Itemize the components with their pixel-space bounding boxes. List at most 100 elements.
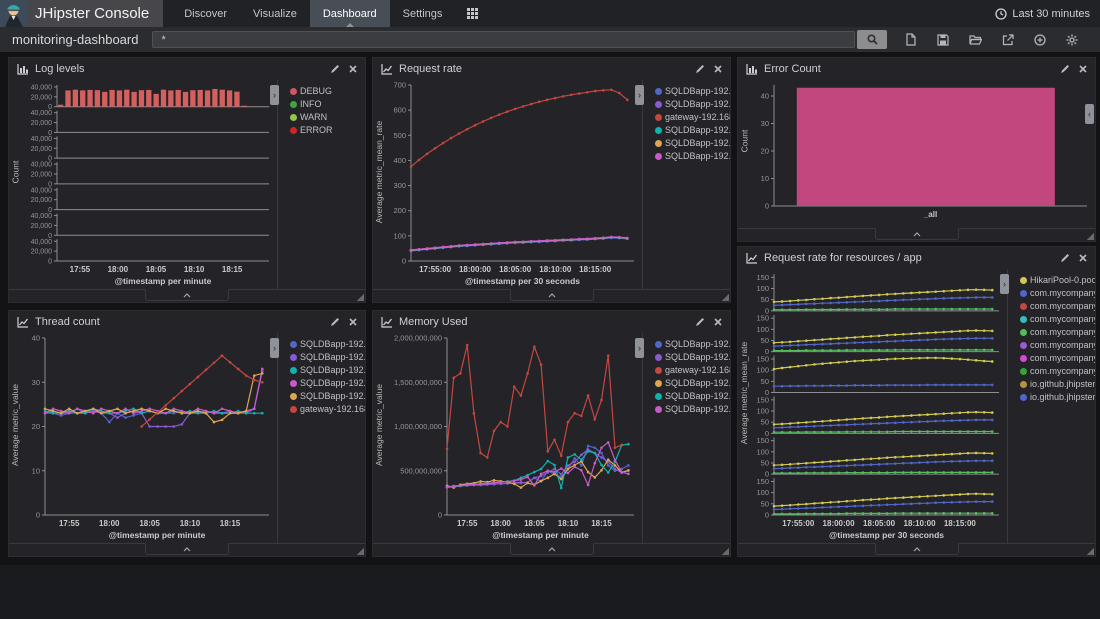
svg-text:18:00: 18:00 — [99, 519, 120, 528]
legend-item[interactable]: com.mycompany.myap... — [1020, 365, 1093, 378]
apps-grid-icon[interactable] — [455, 0, 490, 27]
options-gear-icon[interactable] — [1066, 34, 1078, 46]
legend-item[interactable]: SQLDBapp-192.168.4... — [290, 377, 363, 390]
resize-handle[interactable] — [356, 293, 364, 301]
panel-header[interactable]: Request rate for resources / app — [738, 247, 1095, 269]
share-icon[interactable] — [1002, 34, 1014, 46]
legend-item[interactable]: com.mycompany.myap... — [1020, 300, 1093, 313]
svg-text:10: 10 — [761, 174, 769, 183]
edit-pencil-icon[interactable] — [1060, 253, 1070, 263]
legend-item[interactable]: SQLDBapp-192.168.4... — [290, 351, 363, 364]
panel-header[interactable]: Thread count — [9, 311, 365, 333]
legend-item[interactable]: com.mycompany.myap... — [1020, 287, 1093, 300]
close-icon[interactable] — [714, 318, 722, 326]
legend-item[interactable]: SQLDBapp-192.168.4... — [655, 137, 728, 150]
search-button[interactable] — [857, 30, 887, 49]
panel-collapse-button[interactable] — [510, 543, 594, 555]
svg-text:500,000,000: 500,000,000 — [400, 466, 442, 475]
edit-pencil-icon[interactable] — [330, 317, 340, 327]
legend-item[interactable]: com.mycompany.myap... — [1020, 339, 1093, 352]
nav-item-discover[interactable]: Discover — [171, 0, 240, 27]
legend-item[interactable]: SQLDBapp-192.168.4... — [655, 150, 728, 163]
legend-item[interactable]: io.github.jhipster.web.r... — [1020, 378, 1093, 391]
save-dashboard-icon[interactable] — [937, 34, 949, 46]
legend-item[interactable]: SQLDBapp-192.168.4... — [290, 364, 363, 377]
chevron-up-icon — [913, 232, 921, 237]
query-input[interactable] — [152, 31, 855, 48]
chevron-up-icon — [913, 547, 921, 552]
legend-label: com.mycompany.myap... — [1030, 313, 1095, 326]
svg-text:40,000: 40,000 — [31, 162, 53, 169]
thread-count-chart[interactable]: 01020304017:5518:0018:0518:1018:15@times… — [21, 333, 277, 543]
legend-item[interactable]: HikariPool-0.pool.Wait — [1020, 274, 1093, 287]
time-picker[interactable]: Last 30 minutes — [995, 0, 1100, 27]
legend-item[interactable]: SQLDBapp-192.168.4... — [655, 85, 728, 98]
resize-handle[interactable] — [1086, 232, 1094, 240]
legend-item[interactable]: SQLDBapp-192.168.4... — [290, 338, 363, 351]
panel-collapse-button[interactable] — [145, 289, 229, 301]
memory-used-chart[interactable]: 0500,000,0001,000,000,0001,500,000,0002,… — [385, 333, 642, 543]
close-icon[interactable] — [1079, 254, 1087, 262]
edit-pencil-icon[interactable] — [695, 64, 705, 74]
resize-handle[interactable] — [356, 547, 364, 555]
legend-item[interactable]: gateway-192.168.43.8:... — [290, 403, 363, 416]
add-visualization-icon[interactable] — [1034, 34, 1046, 46]
legend-item[interactable]: SQLDBapp-192.168.4... — [655, 98, 728, 111]
panel-collapse-button[interactable] — [510, 289, 594, 301]
resize-handle[interactable] — [1086, 547, 1094, 555]
nav-item-settings[interactable]: Settings — [390, 0, 456, 27]
load-dashboard-folder-icon[interactable] — [969, 34, 982, 45]
svg-text:18:00:00: 18:00:00 — [823, 519, 856, 528]
edit-pencil-icon[interactable] — [330, 64, 340, 74]
legend-collapse-icon[interactable]: › — [1000, 274, 1009, 294]
legend-item[interactable]: SQLDBapp-192.168.4... — [290, 390, 363, 403]
legend-item[interactable]: WARN — [290, 111, 363, 124]
legend-item[interactable]: SQLDBapp-192.168.4... — [655, 403, 728, 416]
error-count-chart[interactable]: 010203040_all — [750, 80, 1095, 228]
nav-item-visualize[interactable]: Visualize — [240, 0, 310, 27]
legend-collapse-icon[interactable]: › — [635, 338, 644, 358]
log-levels-chart[interactable]: 020,00040,000020,00040,000020,00040,0000… — [21, 80, 277, 289]
legend-color-dot — [655, 354, 662, 361]
resize-handle[interactable] — [721, 547, 729, 555]
legend-item[interactable]: io.github.jhipster.web.r... — [1020, 391, 1093, 404]
close-icon[interactable] — [714, 65, 722, 73]
legend-item[interactable]: DEBUG — [290, 85, 363, 98]
edit-pencil-icon[interactable] — [695, 317, 705, 327]
close-icon[interactable] — [1079, 65, 1087, 73]
svg-text:20,000: 20,000 — [31, 197, 53, 204]
legend-item[interactable]: gateway-192.168.43.8:... — [655, 111, 728, 124]
panel-collapse-button[interactable] — [875, 228, 959, 240]
legend-item[interactable]: gateway-192.168.43.8:... — [655, 364, 728, 377]
legend-item[interactable]: SQLDBapp-192.168.4... — [655, 377, 728, 390]
panel-collapse-button[interactable] — [875, 543, 959, 555]
legend-expand-icon[interactable]: ‹ — [1085, 104, 1094, 124]
legend-item[interactable]: com.mycompany.myap... — [1020, 352, 1093, 365]
edit-pencil-icon[interactable] — [1060, 64, 1070, 74]
resources-chart[interactable]: 0501001500501001500501001500501001500501… — [750, 269, 1007, 543]
close-icon[interactable] — [349, 318, 357, 326]
new-dashboard-icon[interactable] — [905, 33, 917, 46]
legend-item[interactable]: com.mycompany.myap... — [1020, 313, 1093, 326]
legend-item[interactable]: ERROR — [290, 124, 363, 137]
panel-header[interactable]: Error Count — [738, 58, 1095, 80]
legend-collapse-icon[interactable]: › — [635, 85, 644, 105]
panel-header[interactable]: Memory Used — [373, 311, 730, 333]
nav-item-dashboard[interactable]: Dashboard — [310, 0, 390, 27]
legend-collapse-icon[interactable]: › — [270, 85, 279, 105]
panel-header[interactable]: Request rate — [373, 58, 730, 80]
y-axis-label: Average metric_mean_rate — [373, 80, 385, 263]
legend-item[interactable]: SQLDBapp-192.168.4... — [655, 351, 728, 364]
close-icon[interactable] — [349, 65, 357, 73]
panel-header[interactable]: Log levels — [9, 58, 365, 80]
legend-collapse-icon[interactable]: › — [270, 338, 279, 358]
legend-item[interactable]: SQLDBapp-192.168.4... — [655, 390, 728, 403]
resize-handle[interactable] — [721, 293, 729, 301]
legend-item[interactable]: SQLDBapp-192.168.4... — [655, 124, 728, 137]
request-rate-chart[interactable]: 010020030040050060070017:55:0018:00:0018… — [385, 80, 642, 289]
panel-collapse-button[interactable] — [145, 543, 229, 555]
brand[interactable]: JHipster Console — [0, 0, 163, 27]
legend-item[interactable]: com.mycompany.myap... — [1020, 326, 1093, 339]
legend-item[interactable]: INFO — [290, 98, 363, 111]
legend-item[interactable]: SQLDBapp-192.168.4... — [655, 338, 728, 351]
